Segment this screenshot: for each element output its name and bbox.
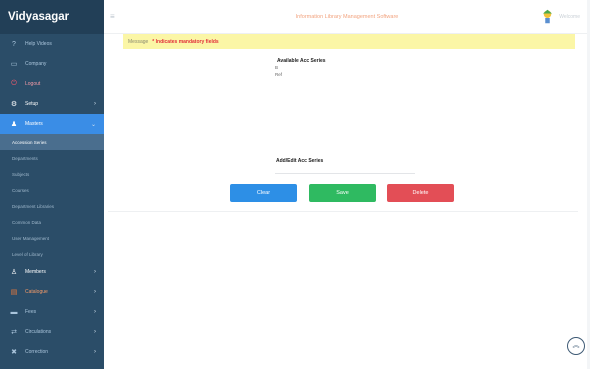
delete-button[interactable]: Delete [387,184,454,202]
sidebar-item-members[interactable]: ♙ Members › [0,262,104,282]
sidebar-item-label: Company [25,61,47,67]
chevron-right-icon: › [94,349,96,355]
users-icon: ♟ [10,121,18,128]
series-listbox[interactable]: B Ref [275,65,415,150]
list-item[interactable]: B [275,65,415,72]
sidebar-item-catalogue[interactable]: ▤ Catalogue › [0,282,104,302]
sidebar-subitem-level-of-library[interactable]: Level of Library [0,246,104,262]
sidebar-item-logout[interactable]: ⏻ Logout [0,74,104,94]
sidebar: Vidyasagar ? Help Videos ▭ Company ⏻ Log… [0,0,104,369]
sidebar-item-label: Help Videos [25,41,52,47]
sidebar-subitem-user-management[interactable]: User Management [0,230,104,246]
top-bar: ≡ Information Library Management Softwar… [104,0,590,34]
question-icon: ? [12,40,16,48]
monitor-icon: ▭ [10,61,18,68]
chevron-right-icon: › [94,101,96,107]
sidebar-item-correction[interactable]: ✖ Correction › [0,342,104,362]
card-icon: ▬ [10,308,18,316]
sidebar-item-circulations[interactable]: ⇄ Circulations › [0,322,104,342]
message-bar: Message * Indicates mandatory fields [123,34,575,49]
sidebar-item-label: Members [25,269,46,275]
save-button[interactable]: Save [309,184,376,202]
brand-title[interactable]: Vidyasagar [0,0,104,34]
sidebar-item-setup[interactable]: ⚙ Setup › [0,94,104,114]
sidebar-subitem-subjects[interactable]: Subjects [0,166,104,182]
user-avatar-icon [543,9,553,24]
add-edit-series-label: Add/Edit Acc Series [276,158,324,164]
app-window: Vidyasagar ? Help Videos ▭ Company ⏻ Log… [0,0,590,369]
sidebar-item-label: Fees [25,309,37,315]
sidebar-subitem-accession-series[interactable]: Accession Series [0,134,104,150]
scroll-to-top-icon[interactable]: ︽ [567,337,585,355]
sidebar-subitem-courses[interactable]: Courses [0,182,104,198]
chevron-right-icon: › [94,329,96,335]
sidebar-item-label: Logout [25,81,41,87]
series-input[interactable] [275,168,415,174]
sidebar-item-label: Correction [25,349,49,355]
sidebar-item-label: Catalogue [25,289,48,295]
sidebar-subitem-departments[interactable]: Departments [0,150,104,166]
divider [108,211,578,212]
sidebar-subitem-common-data[interactable]: Common Data [0,214,104,230]
exchange-icon: ⇄ [11,329,17,336]
user-menu[interactable]: Welcome [540,9,580,24]
user-name: Welcome [559,13,580,20]
mandatory-fields-note: * Indicates mandatory fields [152,38,219,45]
chevron-right-icon: › [94,289,96,295]
chevron-right-icon: › [94,269,96,275]
list-item[interactable]: Ref [275,72,415,79]
sidebar-item-label: Circulations [25,329,52,335]
available-series-label: Available Acc Series [277,58,326,64]
sidebar-subitem-department-libraries[interactable]: Department Libraries [0,198,104,214]
app-title: Information Library Management Software [295,14,399,20]
sidebar-item-company[interactable]: ▭ Company [0,54,104,74]
sidebar-item-masters[interactable]: ♟ Masters ⌄ [0,114,104,134]
gear-icon: ⚙ [10,101,18,108]
book-icon: ▤ [10,289,18,296]
person-icon: ♙ [10,269,18,276]
tools-icon: ✖ [11,349,17,356]
clear-button[interactable]: Clear [230,184,297,202]
power-icon: ⏻ [11,80,17,87]
chevron-right-icon: › [94,309,96,315]
sidebar-item-fees[interactable]: ▬ Fees › [0,302,104,322]
sidebar-item-label: Setup [25,101,39,107]
message-tag: Message [128,38,149,45]
chevron-down-icon: ⌄ [90,121,96,128]
sidebar-item-help-videos[interactable]: ? Help Videos [0,34,104,54]
